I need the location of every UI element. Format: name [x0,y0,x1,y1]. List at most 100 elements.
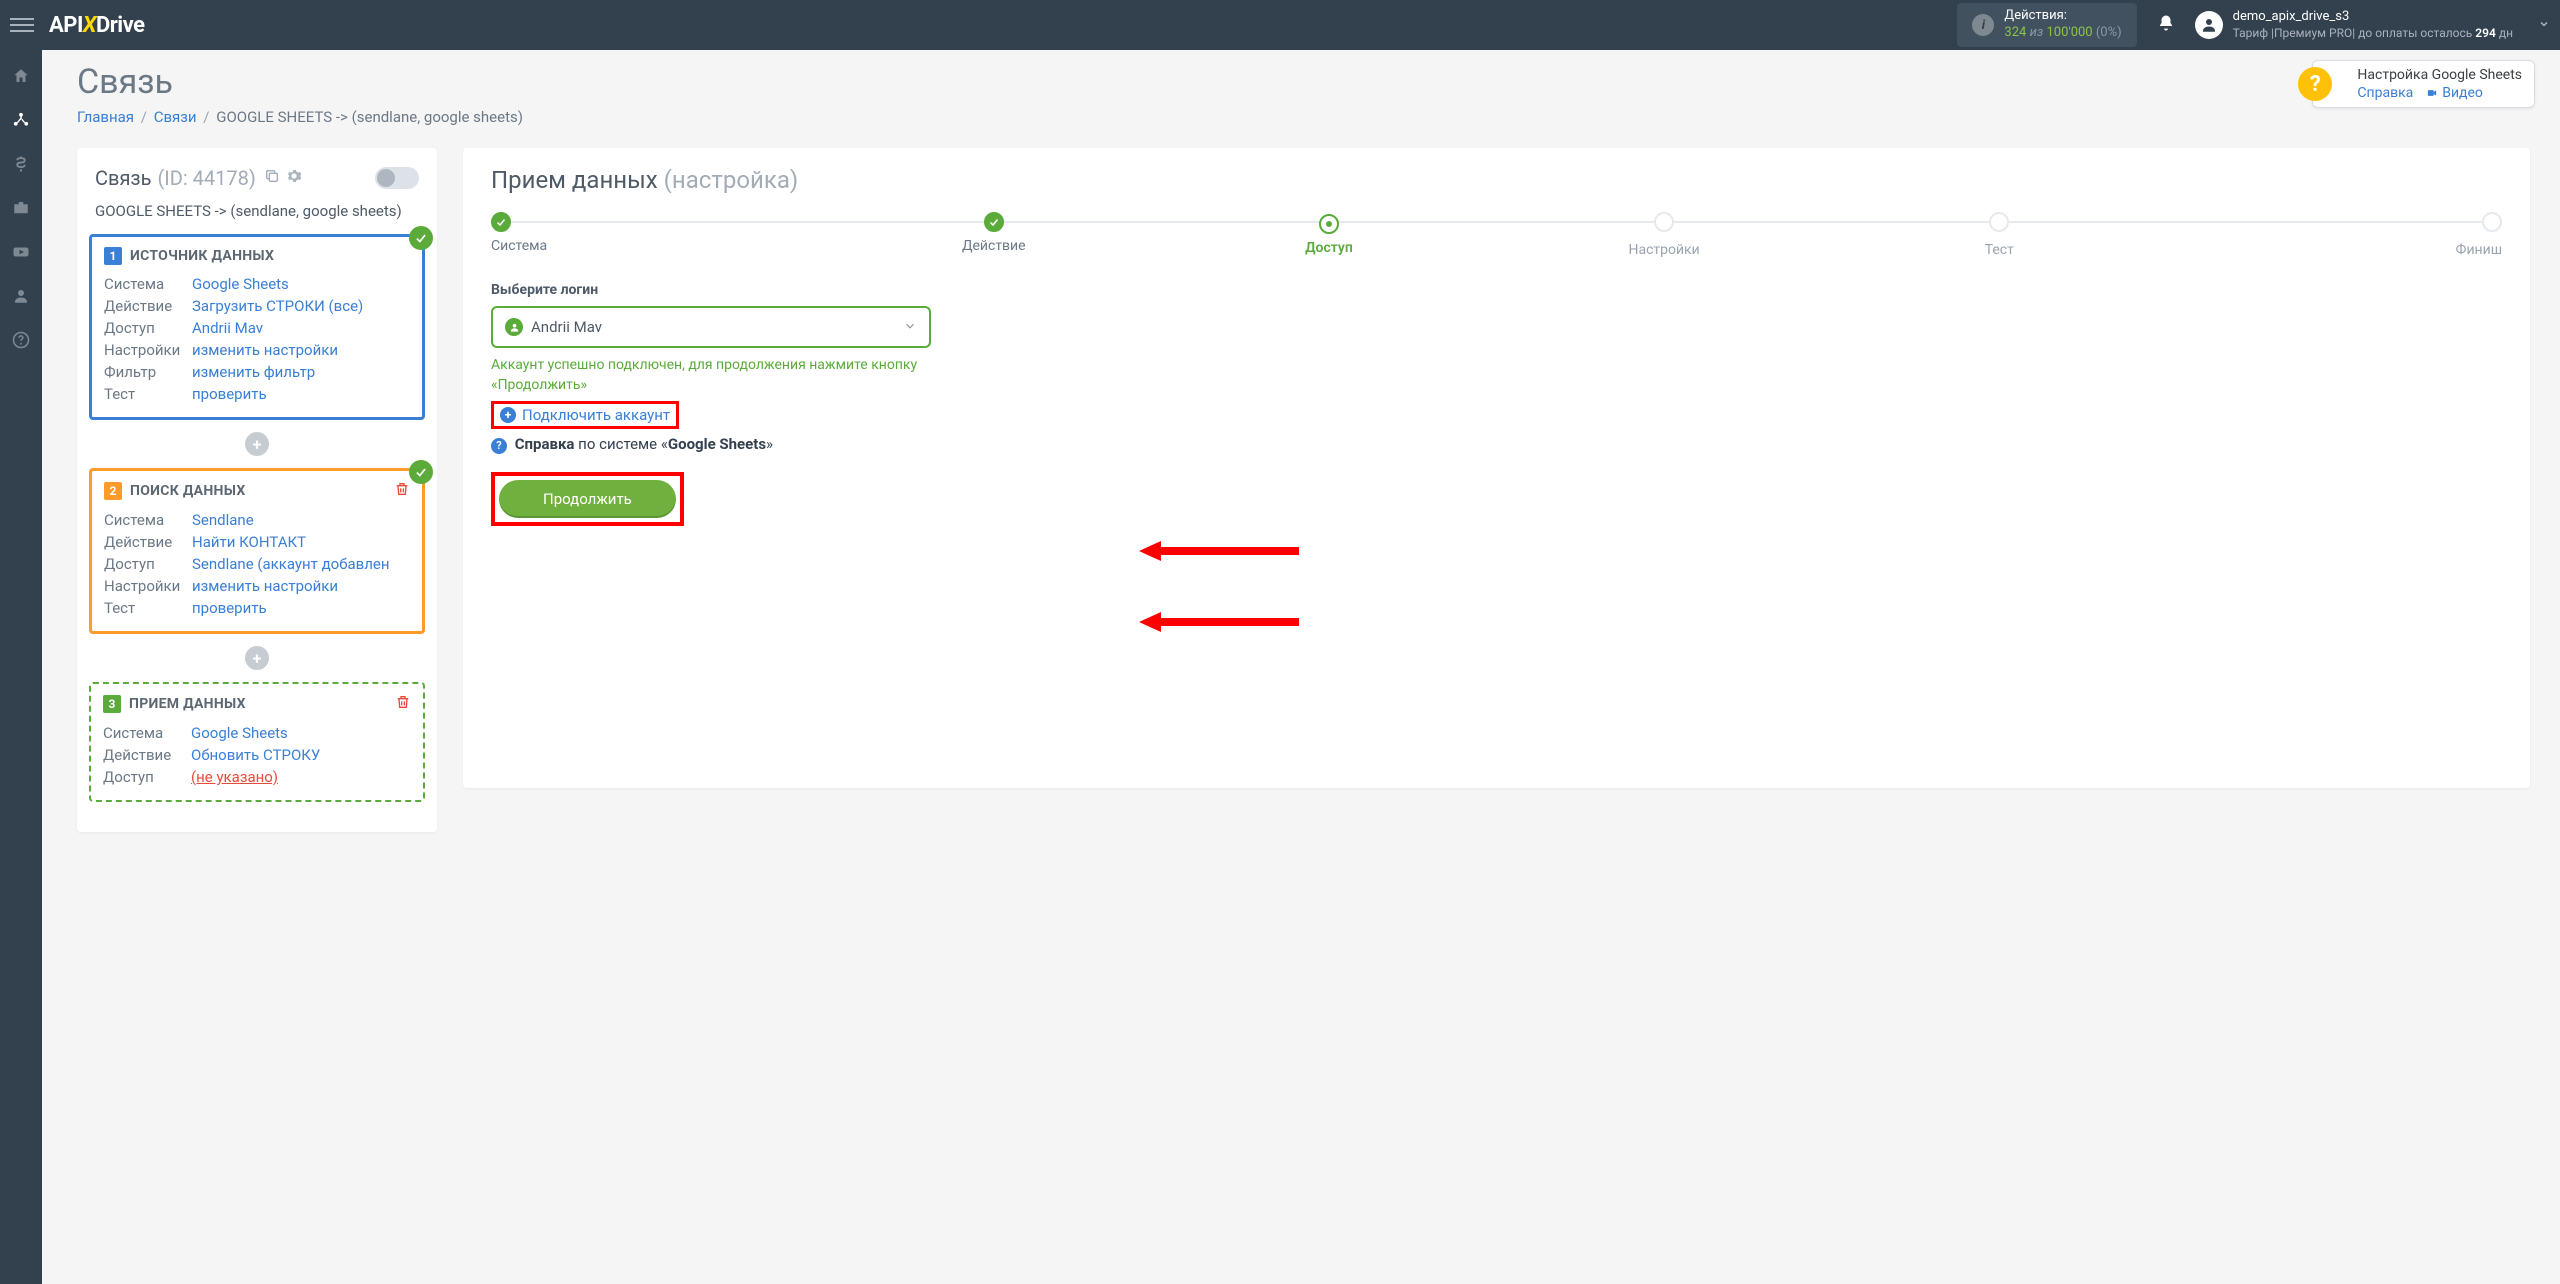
help-bubble: ? Настройка Google Sheets Справка Видео [2312,60,2535,108]
actions-count: 324 [2004,25,2026,40]
dest-system[interactable]: Google Sheets [191,724,288,742]
logo-x: X [83,13,96,38]
main: Связь Главная / Связи / GOOGLE SHEETS ->… [42,50,2560,832]
rail-home-icon[interactable] [10,65,32,87]
rail-user-icon[interactable] [10,285,32,307]
copy-icon[interactable] [264,168,280,188]
plus-icon: + [500,407,516,423]
card-number: 2 [104,482,122,500]
config-title: Прием данных (настройка) [491,166,2502,194]
panel-title: Связь [95,166,151,190]
rail-connections-icon[interactable] [10,109,32,131]
search-test[interactable]: проверить [192,599,267,617]
login-label: Выберите логин [491,282,2502,298]
info-icon: i [1972,14,1994,36]
breadcrumb-home[interactable]: Главная [77,108,134,126]
breadcrumb: Главная / Связи / GOOGLE SHEETS -> (send… [77,108,2530,126]
connection-summary-panel: Связь (ID: 44178) GOOGLE SHEETS -> (send… [77,148,437,832]
video-link[interactable]: Видео [2425,85,2483,101]
rail-youtube-icon[interactable] [10,241,32,263]
help-bubble-title: Настройка Google Sheets [2357,67,2522,83]
user-menu[interactable]: demo_apix_drive_s3 Тариф |Премиум PRO| д… [2195,9,2550,41]
step-settings: Настройки [1497,212,1832,258]
card-number: 1 [104,247,122,265]
login-select[interactable]: Andrii Mav [491,306,931,348]
card-title: ИСТОЧНИК ДАННЫХ [130,248,274,264]
search-system[interactable]: Sendlane [192,511,254,529]
connection-path: GOOGLE SHEETS -> (sendlane, google sheet… [89,198,425,234]
stepper: Система Действие Доступ Настройки Тест Ф… [491,212,2502,258]
annotation-arrow [1139,539,1299,567]
card-title: ПОИСК ДАННЫХ [130,483,246,499]
logo-text-post: Drive [96,13,145,38]
breadcrumb-connections[interactable]: Связи [154,108,197,126]
success-message: Аккаунт успешно подключен, для продолжен… [491,356,951,395]
check-badge-icon [409,226,433,250]
system-help-link[interactable]: Справка [515,435,575,453]
login-value: Andrii Mav [531,318,895,336]
config-panel: Прием данных (настройка) Система Действи… [463,148,2530,788]
tariff-line: Тариф |Премиум PRO| до оплаты осталось 2… [2233,26,2513,42]
source-action[interactable]: Загрузить СТРОКИ (все) [192,297,363,315]
connect-account-link[interactable]: + Подключить аккаунт [491,401,679,429]
actions-of: из [2030,25,2044,40]
breadcrumb-current: GOOGLE SHEETS -> (sendlane, google sheet… [216,108,523,126]
delete-icon[interactable] [395,694,411,714]
source-test[interactable]: проверить [192,385,267,403]
gear-icon[interactable] [286,168,302,188]
dest-action[interactable]: Обновить СТРОКУ [191,746,320,764]
avatar-icon [2195,11,2223,39]
logo-text-pre: API [49,13,83,38]
help-question-icon: ? [2298,67,2332,101]
search-settings[interactable]: изменить настройки [192,577,338,595]
user-info: demo_apix_drive_s3 Тариф |Премиум PRO| д… [2233,9,2513,41]
continue-highlight: Продолжить [491,472,684,526]
source-card: 1 ИСТОЧНИК ДАННЫХ СистемаGoogle Sheets Д… [89,234,425,420]
step-test: Тест [1832,212,2167,258]
menu-toggle[interactable] [10,13,34,37]
step-system[interactable]: Система [491,212,826,254]
actions-label: Действия: [2004,8,2121,25]
connection-toggle[interactable] [375,167,419,189]
user-name: demo_apix_drive_s3 [2233,9,2513,26]
continue-button[interactable]: Продолжить [499,480,676,518]
actions-pct: (0%) [2096,25,2122,40]
add-step-button[interactable]: + [245,432,269,456]
search-action[interactable]: Найти КОНТАКТ [192,533,306,551]
logo[interactable]: APIXDrive [49,13,145,38]
dest-access[interactable]: (не указано) [191,768,278,786]
chevron-down-icon [2538,15,2550,34]
chevron-down-icon [903,318,917,337]
check-badge-icon [409,460,433,484]
source-system[interactable]: Google Sheets [192,275,289,293]
step-finish: Финиш [2167,212,2502,258]
card-title: ПРИЕМ ДАННЫХ [129,696,246,712]
connection-id: (ID: 44178) [157,166,255,190]
actions-total: 100'000 [2047,25,2093,40]
rail-briefcase-icon[interactable] [10,197,32,219]
annotation-arrow [1139,610,1299,638]
source-settings[interactable]: изменить настройки [192,341,338,359]
source-filter[interactable]: изменить фильтр [192,363,315,381]
system-help-row: ? Справка по системе «Google Sheets» [491,435,2502,454]
rail-billing-icon[interactable] [10,153,32,175]
add-step-button[interactable]: + [245,646,269,670]
search-access[interactable]: Sendlane (аккаунт добавлен [192,555,390,573]
destination-card: 3 ПРИЕМ ДАННЫХ СистемаGoogle Sheets Дейс… [89,682,425,802]
help-icon: ? [491,438,507,454]
step-action[interactable]: Действие [826,212,1161,254]
rail-help-icon[interactable] [10,329,32,351]
left-rail [0,50,42,1284]
step-access[interactable]: Доступ [1161,212,1496,256]
notifications-icon[interactable] [2157,14,2175,36]
actions-text: Действия: 324 из 100'000 (0%) [2004,8,2121,42]
user-icon [505,318,523,336]
card-number: 3 [103,695,121,713]
search-card: 2 ПОИСК ДАННЫХ СистемаSendlane ДействиеН… [89,468,425,634]
source-access[interactable]: Andrii Mav [192,319,263,337]
page-title: Связь [77,62,2530,102]
actions-counter[interactable]: i Действия: 324 из 100'000 (0%) [1957,3,2136,47]
help-link[interactable]: Справка [2357,85,2413,101]
top-header: APIXDrive i Действия: 324 из 100'000 (0%… [0,0,2560,50]
delete-icon[interactable] [394,481,410,501]
